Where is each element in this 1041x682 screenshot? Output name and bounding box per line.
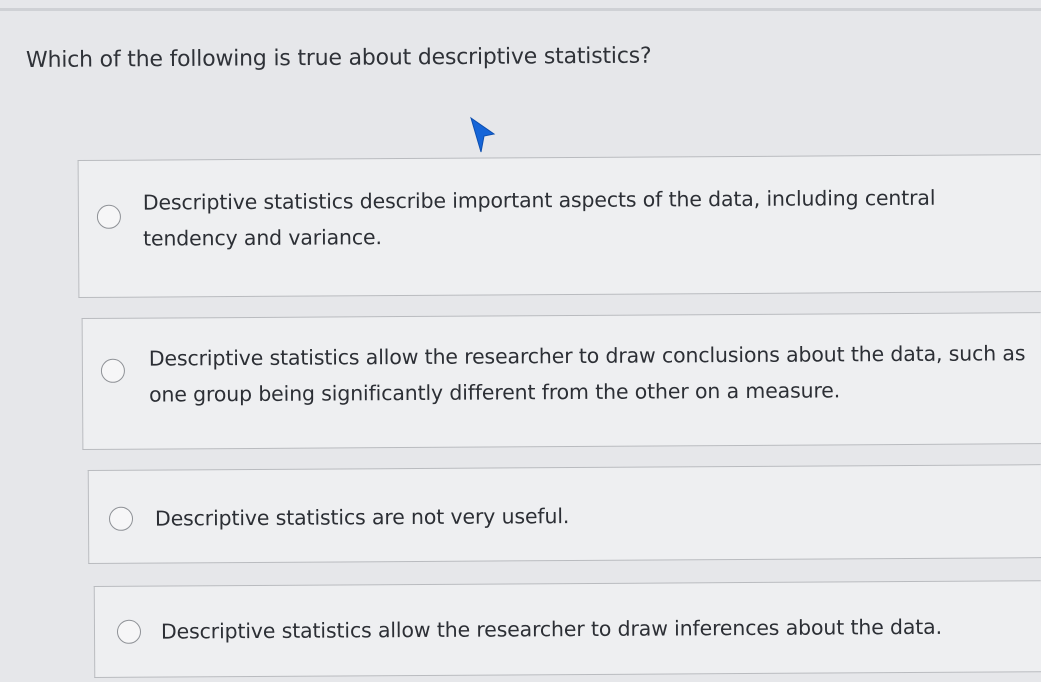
answer-choice-2[interactable]: Descriptive statistics allow the researc… xyxy=(81,312,1041,450)
radio-unselected-icon[interactable] xyxy=(108,506,134,531)
answer-choice-label: Descriptive statistics are not very usef… xyxy=(154,504,570,531)
answer-choice-label: Descriptive statistics describe importan… xyxy=(142,185,936,251)
radio-unselected-icon[interactable] xyxy=(116,619,142,644)
answer-choice-label: Descriptive statistics allow the researc… xyxy=(160,614,942,644)
answer-choice-3[interactable]: Descriptive statistics are not very usef… xyxy=(87,464,1041,564)
answer-choice-label: Descriptive statistics allow the researc… xyxy=(148,341,1026,407)
radio-unselected-icon[interactable] xyxy=(100,358,125,383)
answer-choice-1[interactable]: Descriptive statistics describe importan… xyxy=(77,154,1041,298)
answer-choices: Descriptive statistics describe importan… xyxy=(0,0,1041,682)
answer-choice-4[interactable]: Descriptive statistics allow the researc… xyxy=(93,580,1041,678)
radio-unselected-icon[interactable] xyxy=(96,204,121,229)
quiz-page: { "question": { "text": "Which of the fo… xyxy=(0,0,1041,682)
